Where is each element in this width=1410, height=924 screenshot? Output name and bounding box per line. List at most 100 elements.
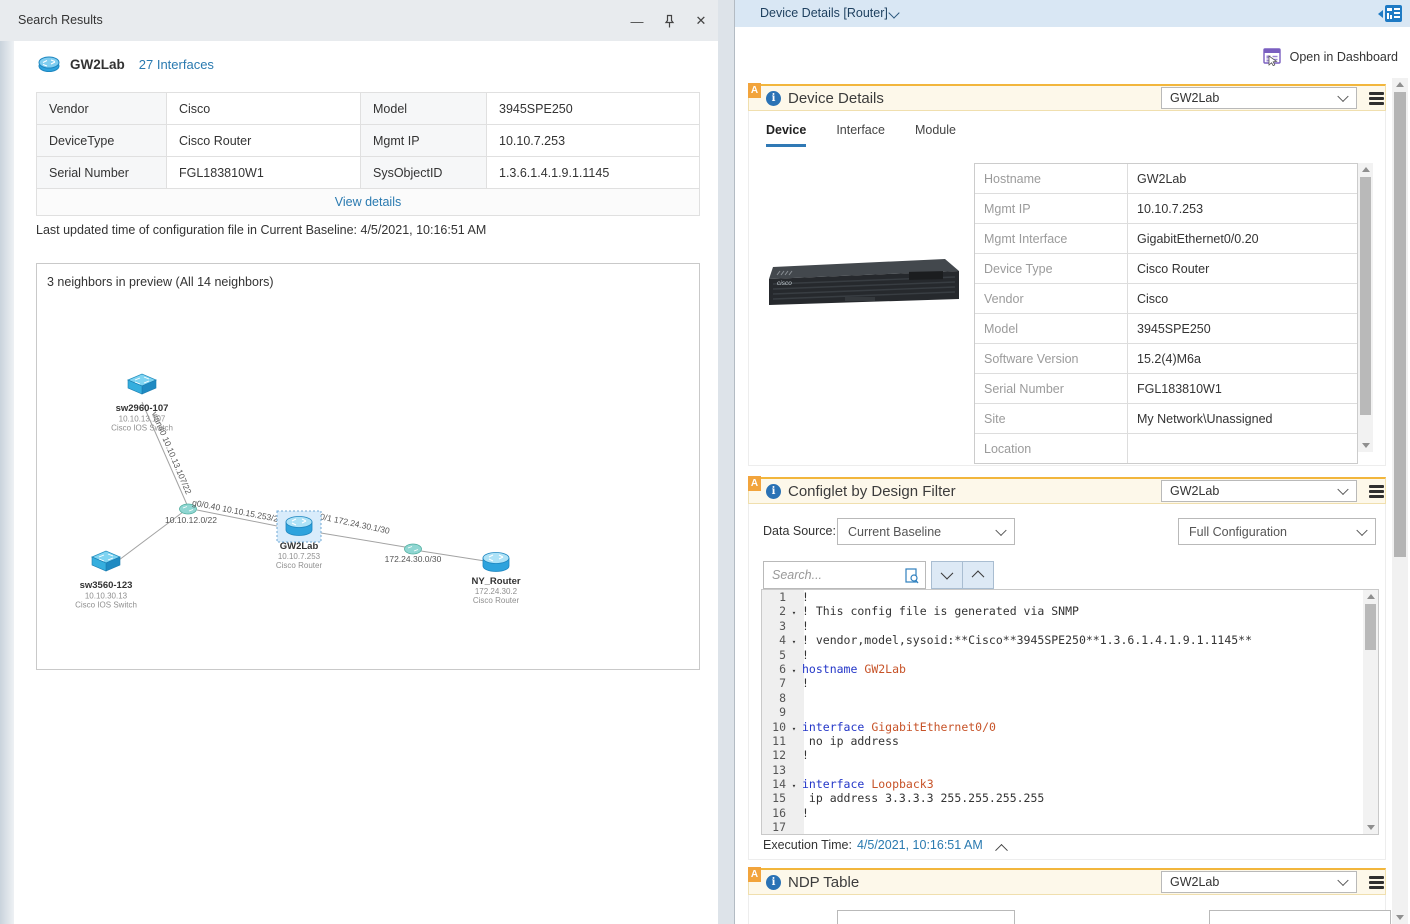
- config-type-value: Full Configuration: [1189, 525, 1287, 539]
- tab-interface[interactable]: Interface: [836, 123, 885, 147]
- line-number: 11: [762, 734, 786, 748]
- section-menu-button[interactable]: [1369, 876, 1384, 889]
- attr-label: Model: [975, 314, 1128, 343]
- config-search: [763, 561, 926, 589]
- line-number: 2: [762, 604, 786, 618]
- collapse-arrow-icon: [1378, 10, 1383, 18]
- execution-time-label: Execution Time:: [763, 838, 852, 852]
- window-gap: [718, 0, 735, 924]
- device-selector[interactable]: GW2Lab: [1161, 87, 1357, 109]
- attr-value: GW2Lab: [1128, 164, 1359, 193]
- chevron-down-icon[interactable]: [888, 7, 899, 18]
- search-input[interactable]: [764, 562, 925, 588]
- config-type-dropdown[interactable]: Full Configuration: [1178, 518, 1376, 545]
- close-button[interactable]: ✕: [690, 11, 712, 31]
- line-number: 10: [762, 720, 786, 734]
- node-name: sw3560-123: [80, 580, 133, 591]
- panel-corner-controls[interactable]: [1378, 5, 1402, 22]
- ndp-dropdown-partial[interactable]: [1209, 910, 1391, 924]
- line-number: 16: [762, 806, 786, 820]
- device-selector[interactable]: GW2Lab: [1161, 480, 1357, 502]
- view-details-link[interactable]: View details: [335, 195, 401, 209]
- scroll-up-icon[interactable]: [1367, 594, 1375, 599]
- find-previous-button[interactable]: [962, 561, 994, 589]
- section-menu-button[interactable]: [1369, 485, 1384, 498]
- scrollbar-thumb[interactable]: [1360, 177, 1371, 415]
- node-name: GW2Lab: [280, 541, 319, 552]
- section-device-details: A i Device Details GW2Lab Device Interfa…: [748, 84, 1386, 466]
- panel-header[interactable]: Device Details [Router]: [735, 0, 1410, 27]
- minimize-button[interactable]: —: [626, 11, 648, 31]
- svg-text:cisco: cisco: [777, 280, 792, 287]
- collapse-chevron-icon[interactable]: [995, 843, 1008, 856]
- table-row: Hostname GW2Lab: [975, 164, 1357, 194]
- scroll-down-icon[interactable]: [1362, 443, 1370, 448]
- section-header: A i NDP Table GW2Lab: [748, 868, 1386, 895]
- attr-label: Software Version: [975, 344, 1128, 373]
- info-icon[interactable]: i: [766, 91, 781, 106]
- code-line: 2▾! This config file is generated via SN…: [762, 604, 1378, 618]
- node-sw3560-123[interactable]: sw3560-123 10.10.30.13 Cisco IOS Switch: [75, 551, 137, 610]
- code-scrollbar[interactable]: [1363, 590, 1378, 834]
- attr-label: Location: [975, 434, 1128, 463]
- info-icon[interactable]: i: [766, 484, 781, 499]
- device-selector[interactable]: GW2Lab: [1161, 871, 1357, 893]
- info-icon[interactable]: i: [766, 875, 781, 890]
- attr-value: 10.10.7.253: [1128, 194, 1359, 223]
- link-gw2lab-lan2[interactable]: [321, 533, 405, 547]
- find-in-page-icon[interactable]: [905, 568, 919, 584]
- section-title: Configlet by Design Filter: [788, 483, 956, 500]
- interfaces-link[interactable]: 27 Interfaces: [139, 57, 214, 72]
- tab-device[interactable]: Device: [766, 123, 806, 147]
- code-text: !: [802, 676, 809, 690]
- table-row: Software Version 15.2(4)M6a: [975, 344, 1357, 374]
- minimize-icon: —: [631, 14, 644, 29]
- section-header: A i Configlet by Design Filter GW2Lab: [748, 477, 1386, 504]
- line-number: 1: [762, 590, 786, 604]
- line-number: 7: [762, 676, 786, 690]
- tab-module[interactable]: Module: [915, 123, 956, 147]
- execution-time-value[interactable]: 4/5/2021, 10:16:51 AM: [857, 838, 983, 852]
- chevron-up-icon: [972, 570, 985, 583]
- chevron-down-icon: [1337, 91, 1348, 102]
- section-menu-button[interactable]: [1369, 92, 1384, 105]
- scrollbar-thumb[interactable]: [1394, 92, 1406, 557]
- scroll-down-icon[interactable]: [1396, 915, 1404, 920]
- lan-node[interactable]: [405, 544, 422, 554]
- topology-preview: 3 neighbors in preview (All 14 neighbors…: [36, 263, 700, 670]
- find-next-button[interactable]: [931, 561, 963, 589]
- device-details-panel: Device Details [Router]: [735, 0, 1410, 924]
- line-number: 17: [762, 820, 786, 834]
- scroll-up-icon[interactable]: [1362, 167, 1370, 172]
- window-controls: — ✕: [626, 11, 712, 31]
- node-gw2lab[interactable]: GW2Lab 10.10.7.253 Cisco Router: [276, 511, 323, 570]
- attr-label: Site: [975, 404, 1128, 433]
- cell-value: 3945SPE250: [487, 93, 699, 124]
- panel-scrollbar[interactable]: [1392, 78, 1408, 924]
- attr-label: Hostname: [975, 164, 1128, 193]
- code-text: !: [802, 748, 809, 762]
- cell-label: Vendor: [37, 93, 167, 124]
- attr-value: Cisco Router: [1128, 254, 1359, 283]
- scroll-up-icon[interactable]: [1396, 82, 1404, 87]
- node-sw2960-107[interactable]: sw2960-107 10.10.13.107 Cisco IOS Switch: [111, 374, 173, 433]
- scroll-down-icon[interactable]: [1367, 825, 1375, 830]
- section-title: NDP Table: [788, 874, 859, 891]
- section-title: Device Details: [788, 90, 884, 107]
- ndp-dropdown-partial[interactable]: [837, 910, 1015, 924]
- cell-label: DeviceType: [37, 125, 167, 156]
- open-in-dashboard[interactable]: Open in Dashboard: [1263, 48, 1398, 66]
- section-header: A i Device Details GW2Lab: [748, 84, 1386, 111]
- device-selector-value: GW2Lab: [1170, 875, 1219, 889]
- scrollbar-thumb[interactable]: [1365, 604, 1376, 650]
- code-text: no ip address: [802, 734, 899, 748]
- pin-button[interactable]: [658, 11, 680, 31]
- data-source-dropdown[interactable]: Current Baseline: [837, 518, 1015, 545]
- search-results-titlebar[interactable]: Search Results — ✕: [0, 0, 718, 41]
- topology-map[interactable]: vlan40 10.10.13.107/22 10.10.12.0/22 g0/…: [37, 264, 697, 667]
- config-code-viewer[interactable]: 1! 2▾! This config file is generated via…: [761, 589, 1379, 835]
- attr-label: Serial Number: [975, 374, 1128, 403]
- device-selector-value: GW2Lab: [1170, 91, 1219, 105]
- table-scrollbar[interactable]: [1358, 163, 1373, 452]
- device-header-row: GW2Lab 27 Interfaces: [38, 55, 214, 73]
